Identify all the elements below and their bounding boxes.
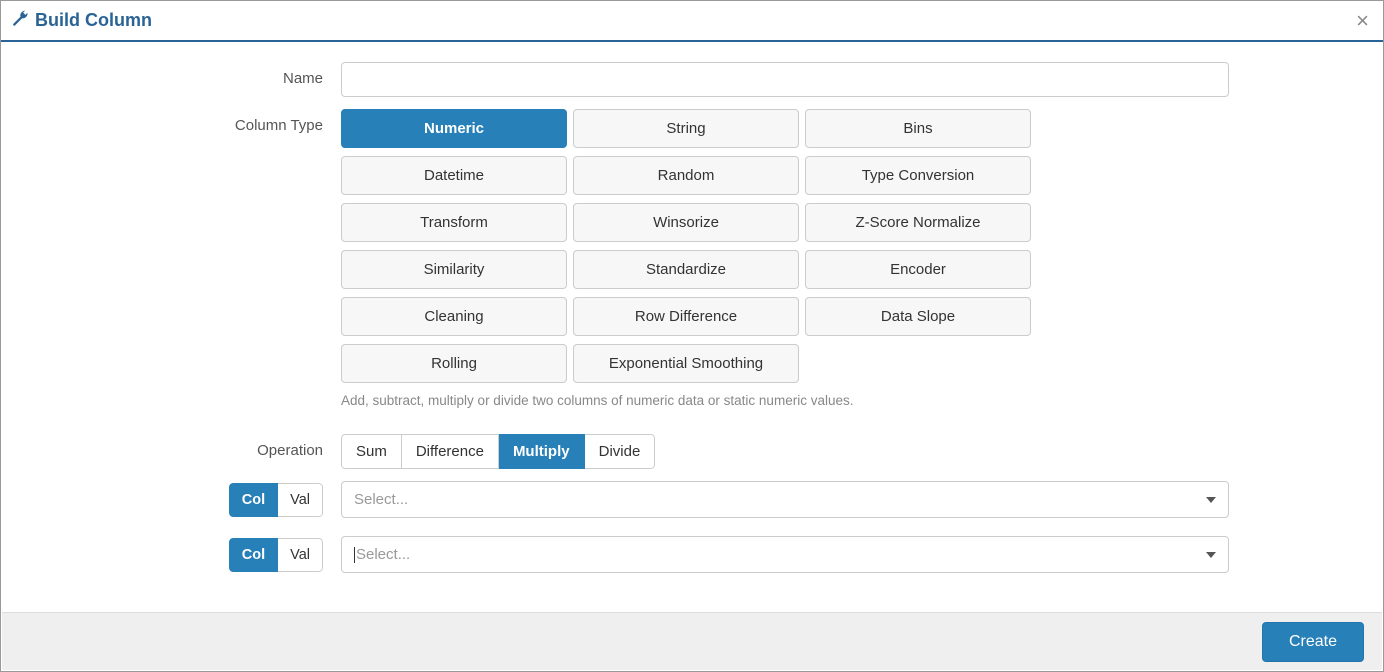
column-type-random[interactable]: Random <box>573 156 799 195</box>
column-type-rolling[interactable]: Rolling <box>341 344 567 383</box>
column-type-exponential-smoothing[interactable]: Exponential Smoothing <box>573 344 799 383</box>
chevron-down-icon <box>1206 497 1216 503</box>
column-type-transform[interactable]: Transform <box>341 203 567 242</box>
column-type-label: Column Type <box>11 109 341 134</box>
operand1-toggle: Col Val <box>229 483 323 517</box>
column-type-bins[interactable]: Bins <box>805 109 1031 148</box>
chevron-down-icon <box>1206 552 1216 558</box>
column-type-cleaning[interactable]: Cleaning <box>341 297 567 336</box>
operand2-select[interactable]: Select... <box>341 536 1229 573</box>
operand2-col-button[interactable]: Col <box>229 538 278 572</box>
operand2-placeholder: Select... <box>354 546 410 563</box>
column-type-z-score-normalize[interactable]: Z-Score Normalize <box>805 203 1031 242</box>
wrench-icon <box>11 9 29 32</box>
name-input[interactable] <box>341 62 1229 97</box>
column-type-grid: NumericStringBins DatetimeRandomType Conv… <box>341 109 1261 383</box>
column-type-help: Add, subtract, multiply or divide two co… <box>341 393 1283 408</box>
operand1-select[interactable]: Select... <box>341 481 1229 518</box>
modal-body: Name Column Type NumericStringBins Dateti… <box>1 42 1383 601</box>
close-button[interactable]: × <box>1356 10 1369 32</box>
column-type-winsorize[interactable]: Winsorize <box>573 203 799 242</box>
operand2-toggle: Col Val <box>229 538 323 572</box>
modal-footer: Create <box>2 612 1382 670</box>
operation-group: SumDifferenceMultiplyDivide <box>341 434 655 469</box>
column-type-standardize[interactable]: Standardize <box>573 250 799 289</box>
column-type-similarity[interactable]: Similarity <box>341 250 567 289</box>
operation-label: Operation <box>11 434 341 459</box>
operation-divide[interactable]: Divide <box>585 434 656 469</box>
build-column-modal: Build Column × Name Column Type NumericS… <box>0 0 1384 672</box>
operand-row-2: Col Val Select... <box>11 536 1283 573</box>
operation-difference[interactable]: Difference <box>402 434 499 469</box>
operation-row: Operation SumDifferenceMultiplyDivide <box>11 434 1283 469</box>
modal-header: Build Column × <box>1 1 1383 42</box>
create-button[interactable]: Create <box>1262 622 1364 662</box>
column-type-encoder[interactable]: Encoder <box>805 250 1031 289</box>
column-type-type-conversion[interactable]: Type Conversion <box>805 156 1031 195</box>
operand1-placeholder: Select... <box>354 491 408 508</box>
operand1-col-button[interactable]: Col <box>229 483 278 517</box>
name-row: Name <box>11 62 1283 97</box>
operand1-val-button[interactable]: Val <box>278 483 323 517</box>
modal-title-text: Build Column <box>35 10 152 31</box>
column-type-row-difference[interactable]: Row Difference <box>573 297 799 336</box>
column-type-row: Column Type NumericStringBins DatetimeRan… <box>11 109 1283 408</box>
operand2-val-button[interactable]: Val <box>278 538 323 572</box>
operation-multiply[interactable]: Multiply <box>499 434 585 469</box>
column-type-data-slope[interactable]: Data Slope <box>805 297 1031 336</box>
modal-title: Build Column <box>11 9 152 32</box>
column-type-numeric[interactable]: Numeric <box>341 109 567 148</box>
column-type-string[interactable]: String <box>573 109 799 148</box>
column-type-datetime[interactable]: Datetime <box>341 156 567 195</box>
name-label: Name <box>11 62 341 87</box>
operation-sum[interactable]: Sum <box>341 434 402 469</box>
operand-row-1: Col Val Select... <box>11 481 1283 518</box>
